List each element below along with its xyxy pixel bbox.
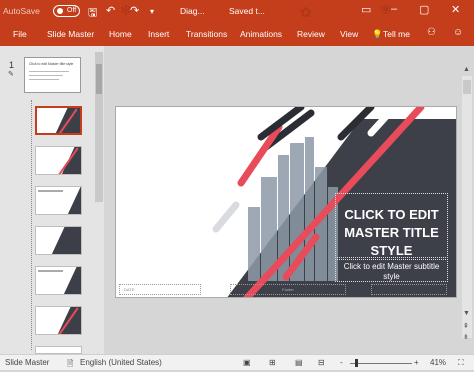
date-placeholder[interactable]: DATE — [119, 284, 201, 295]
master-thumbnail[interactable]: Click to edit Master title style — [24, 57, 81, 93]
previous-slide-icon[interactable]: ⇞ — [463, 322, 469, 330]
slide-canvas[interactable]: CLICK TO EDIT MASTER TITLE STYLE Click t… — [115, 106, 457, 298]
minimize-icon[interactable]: – — [391, 3, 397, 15]
autosave-label: AutoSave — [3, 6, 40, 16]
slide-sorter-icon[interactable]: ⊞ — [269, 358, 276, 367]
smiley-icon[interactable]: ☺ — [453, 27, 463, 38]
scroll-thumb[interactable] — [96, 64, 102, 94]
layout-thumbnail[interactable] — [35, 266, 82, 295]
title-bar: ✻ ✿ ❀ AutoSave Off 🖫 ↶ ↷ ▾ Diag... Saved… — [0, 0, 474, 24]
save-icon[interactable]: 🖫 — [88, 4, 97, 23]
tab-review[interactable]: Review — [297, 29, 325, 39]
layout-thumbnail[interactable] — [35, 106, 82, 135]
tab-transitions[interactable]: Transitions — [186, 29, 227, 39]
thumbnail-scrollbar[interactable] — [95, 52, 103, 202]
layout-connector — [31, 100, 32, 350]
ribbon-display-icon[interactable]: ▭ — [361, 3, 371, 16]
tab-insert[interactable]: Insert — [148, 29, 169, 39]
reading-view-icon[interactable]: ▤ — [295, 358, 303, 367]
slide-number: 1 — [9, 60, 15, 70]
autosave-toggle[interactable]: Off — [53, 5, 80, 17]
layout-thumbnail[interactable] — [35, 146, 82, 175]
ribbon-tabs: File Slide Master Home Insert Transition… — [0, 24, 474, 46]
language-indicator[interactable]: English (United States) — [80, 358, 162, 367]
user-icon[interactable]: ⚇ — [427, 27, 436, 38]
thumbnail-line — [29, 75, 63, 76]
next-slide-icon[interactable]: ⇟ — [463, 333, 469, 341]
slide-scrollbar[interactable] — [462, 76, 472, 338]
thumbnail-line — [29, 79, 59, 80]
slide-number-placeholder[interactable] — [371, 284, 447, 295]
thumbnail-line — [29, 71, 69, 72]
tell-me-search[interactable]: Tell me — [383, 29, 410, 39]
layout-thumbnail[interactable] — [35, 346, 82, 354]
tab-file[interactable]: File — [13, 29, 27, 39]
layout-thumbnail[interactable] — [35, 186, 82, 215]
lightbulb-icon: 💡 — [372, 29, 383, 39]
view-indicator: Slide Master — [5, 358, 50, 367]
tab-animations[interactable]: Animations — [240, 29, 282, 39]
undo-icon[interactable]: ↶ — [106, 4, 115, 17]
title-placeholder[interactable]: CLICK TO EDIT MASTER TITLE STYLE — [335, 193, 448, 258]
decoration-icon: ✿ — [300, 4, 312, 20]
master-thumbnail-title: Click to edit Master title style — [29, 62, 74, 66]
zoom-out-button[interactable]: - — [340, 358, 343, 367]
footer-placeholder[interactable]: Footer — [230, 284, 346, 295]
customize-icon[interactable]: ▾ — [150, 7, 154, 16]
decoration-icon: ❀ — [380, 1, 392, 17]
slideshow-icon[interactable]: ⊟ — [318, 358, 325, 367]
normal-view-icon[interactable]: ▣ — [243, 358, 251, 367]
maximize-icon[interactable]: ▢ — [419, 3, 429, 16]
scroll-up-icon[interactable]: ▲ — [463, 66, 470, 73]
redo-icon[interactable]: ↷ — [130, 4, 139, 17]
tab-view[interactable]: View — [340, 29, 358, 39]
close-icon[interactable]: ✕ — [451, 3, 460, 16]
zoom-level[interactable]: 41% — [430, 358, 446, 367]
tab-home[interactable]: Home — [109, 29, 132, 39]
document-title: Diag... — [180, 6, 205, 16]
zoom-slider-thumb[interactable] — [355, 359, 358, 367]
autosave-state: Off — [67, 7, 77, 14]
layout-thumbnail[interactable] — [35, 306, 82, 335]
fit-slide-icon[interactable]: ⛶ — [458, 358, 464, 368]
zoom-in-button[interactable]: + — [414, 358, 419, 367]
layout-thumbnail[interactable] — [35, 226, 82, 255]
pin-icon: ✎ — [8, 71, 14, 78]
subtitle-placeholder[interactable]: Click to edit Master subtitle style — [335, 259, 448, 282]
save-status: Saved t... — [229, 6, 265, 16]
status-bar: Slide Master 🗎 English (United States) ▣… — [0, 354, 474, 370]
scroll-down-icon[interactable]: ▼ — [463, 310, 470, 317]
tab-slide-master[interactable]: Slide Master — [47, 29, 94, 39]
zoom-slider[interactable] — [350, 363, 412, 364]
scroll-thumb[interactable] — [463, 80, 471, 94]
